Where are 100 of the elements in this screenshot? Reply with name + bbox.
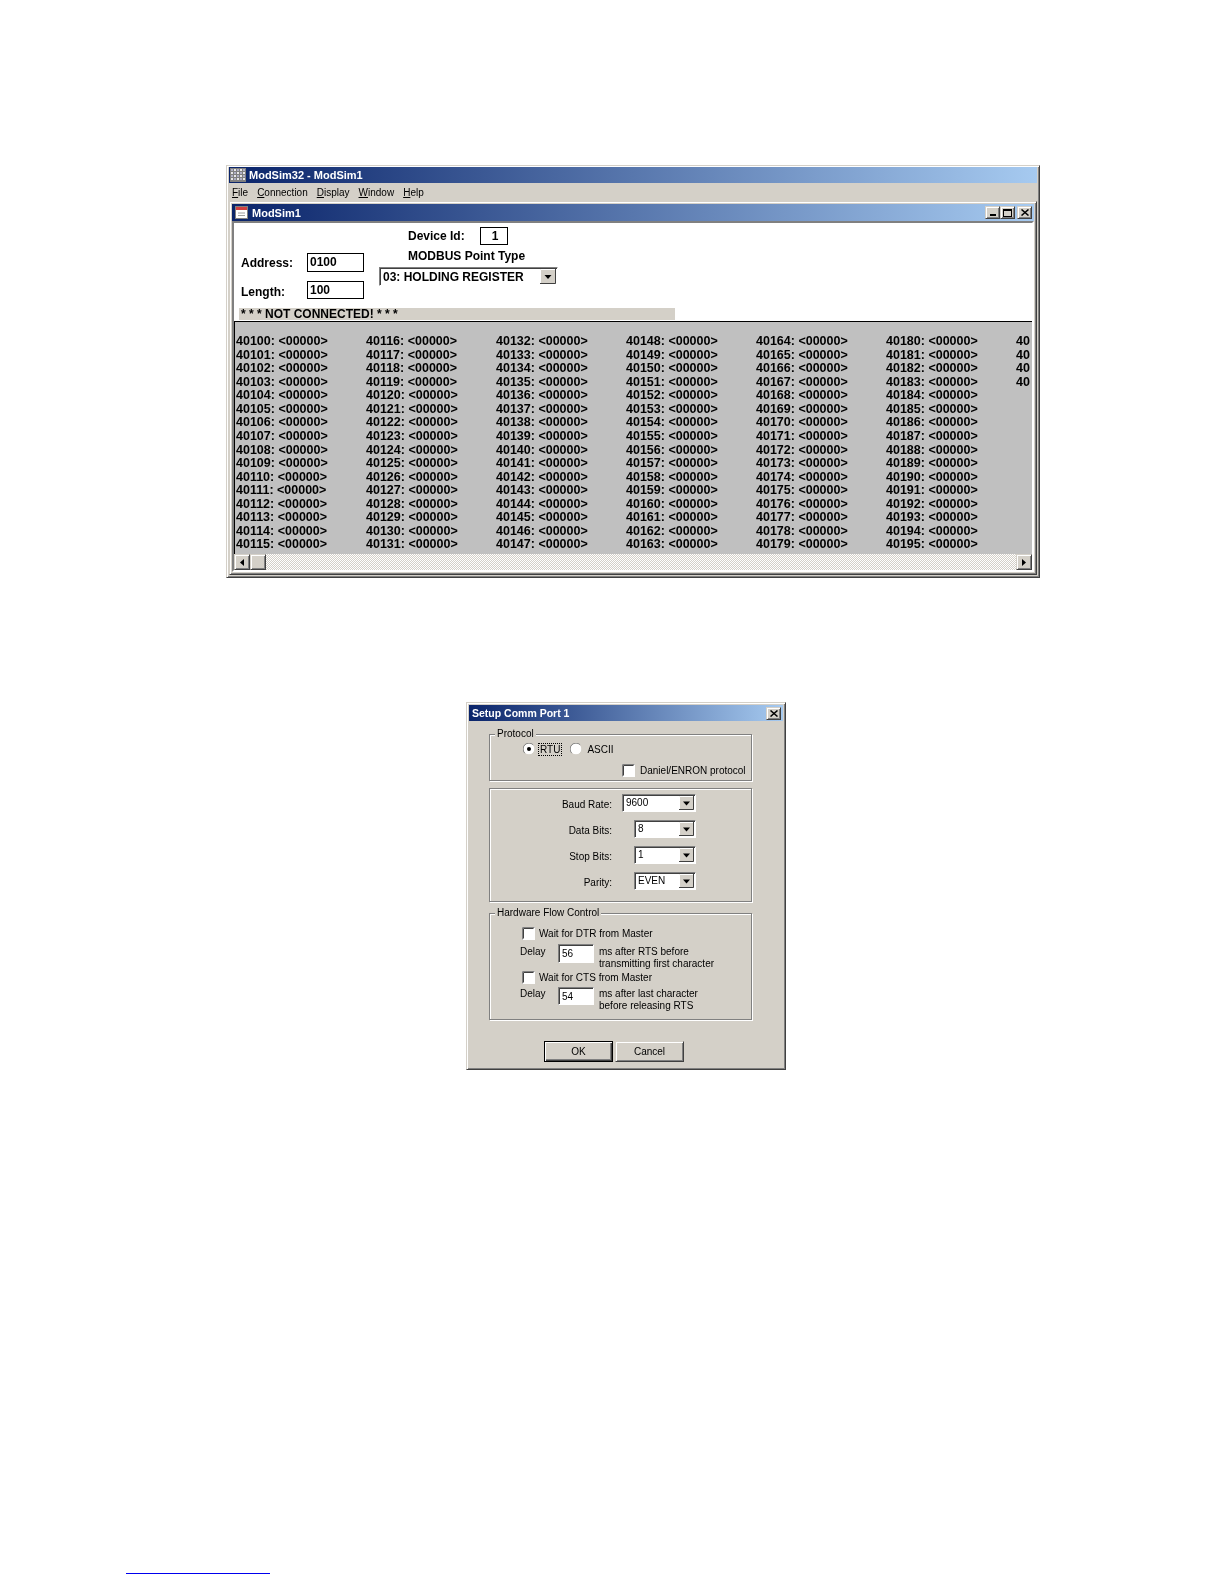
delay-label: Delay: [520, 945, 547, 958]
register-value: 40161: <00000>: [626, 511, 718, 525]
scrollbar-thumb[interactable]: [250, 554, 266, 570]
address-field[interactable]: 0100: [307, 253, 364, 272]
register-value: 40134: <00000>: [496, 362, 588, 376]
register-value: 40129: <00000>: [366, 511, 458, 525]
setting-label: Baud Rate:: [560, 797, 612, 811]
menu-item[interactable]: File: [232, 185, 249, 199]
register-value: 40133: <00000>: [496, 348, 588, 363]
register-value: 40192: <00000>: [886, 497, 978, 512]
register-value: 40193: <00000>: [886, 511, 978, 525]
left-arrow-icon: [240, 558, 244, 566]
caret-down-icon[interactable]: [679, 796, 694, 810]
register-value: 40138: <00000>: [496, 416, 588, 430]
register-value: 40182: <00000>: [886, 362, 978, 376]
minimize-button[interactable]: [985, 206, 1000, 219]
register-value: 40165: <00000>: [756, 348, 848, 363]
radio-label[interactable]: ASCII: [585, 742, 616, 756]
register-value: 40100: <00000>: [236, 335, 328, 349]
caret-down-icon[interactable]: [679, 848, 694, 862]
menu-item[interactable]: Connection: [257, 185, 308, 199]
register-value: 40153: <00000>: [626, 402, 718, 417]
register-value: 40104: <00000>: [236, 389, 328, 403]
register-value: 40136: <00000>: [496, 389, 588, 403]
register-value: 40116: <00000>: [366, 335, 458, 349]
close-button[interactable]: [766, 706, 781, 720]
register-value: 40174: <00000>: [756, 470, 848, 485]
menu-item[interactable]: Help: [403, 185, 424, 199]
register-value: 40113: <00000>: [236, 511, 328, 525]
register-value: 40135: <00000>: [496, 375, 588, 390]
checkbox-label[interactable]: Wait for DTR from Master: [539, 927, 653, 940]
setting-dropdown[interactable]: 8: [634, 820, 696, 838]
register-value: 40171: <00000>: [756, 429, 848, 444]
delay-field[interactable]: 56: [558, 944, 594, 963]
device-id-field[interactable]: 1: [480, 227, 508, 245]
register-value: 40184: <00000>: [886, 389, 978, 403]
register-value: 40109: <00000>: [236, 457, 328, 471]
scroll-right-button[interactable]: [1016, 554, 1032, 570]
register-value: 40162: <00000>: [626, 524, 718, 539]
scroll-left-button[interactable]: [234, 554, 250, 570]
document-title: ModSim1: [252, 205, 301, 220]
register-value: 40181: <00000>: [886, 348, 978, 363]
register-value: 40147: <00000>: [496, 538, 588, 552]
group-label: Hardware Flow Control: [495, 907, 602, 919]
setting-dropdown[interactable]: 1: [634, 846, 696, 864]
register-value: 40172: <00000>: [756, 443, 848, 458]
register-value: 40186: <00000>: [886, 416, 978, 430]
caret-down-icon[interactable]: [540, 269, 556, 284]
window-title: ModSim32 - ModSim1: [249, 168, 363, 182]
register-value: 40189: <00000>: [886, 457, 978, 471]
register-value: 40141: <00000>: [496, 457, 588, 471]
register-value: 40177: <00000>: [756, 511, 848, 525]
register-value: 40124: <00000>: [366, 443, 458, 458]
radio-button[interactable]: [523, 743, 535, 755]
checkbox-label[interactable]: Wait for CTS from Master: [539, 971, 652, 984]
caret-down-icon[interactable]: [679, 822, 694, 836]
menu-item[interactable]: Window: [358, 185, 395, 199]
register-value: 40157: <00000>: [626, 457, 718, 471]
register-value: 40166: <00000>: [756, 362, 848, 376]
register-value: 40142: <00000>: [496, 470, 588, 485]
menu-item[interactable]: Display: [316, 185, 350, 199]
close-icon: [1020, 209, 1029, 216]
checkbox[interactable]: [522, 971, 535, 984]
register-value: 40183: <00000>: [886, 375, 978, 390]
radio-label[interactable]: RTU: [538, 742, 563, 756]
register-value: 40160: <00000>: [626, 497, 718, 512]
checkbox[interactable]: [522, 927, 535, 940]
delay-note: ms after RTS before transmitting first character: [599, 945, 716, 970]
register-value: 40103: <00000>: [236, 375, 328, 390]
register-value: 40194: <00000>: [886, 524, 978, 539]
register-value: 40105: <00000>: [236, 402, 328, 417]
delay-field[interactable]: 54: [558, 987, 594, 1005]
register-value: 40120: <00000>: [366, 389, 458, 403]
register-value: 40168: <00000>: [756, 389, 848, 403]
dialog-button[interactable]: OK: [544, 1041, 613, 1062]
register-value: 40146: <00000>: [496, 524, 588, 539]
register-value: 40123: <00000>: [366, 429, 458, 444]
setting-dropdown[interactable]: EVEN: [634, 872, 696, 890]
close-button[interactable]: [1017, 206, 1032, 219]
point-type-dropdown[interactable]: 03: HOLDING REGISTER: [379, 267, 558, 286]
radio-button[interactable]: [570, 743, 583, 755]
register-value: 40187: <00000>: [886, 429, 978, 444]
register-value: 40170: <00000>: [756, 416, 848, 430]
length-field[interactable]: 100: [307, 281, 364, 299]
setting-dropdown[interactable]: 9600: [622, 794, 696, 812]
point-type-label: MODBUS Point Type: [408, 249, 526, 263]
checkbox[interactable]: [622, 764, 635, 777]
maximize-button[interactable]: [1000, 206, 1015, 219]
setting-label: Parity:: [582, 875, 612, 889]
dialog-title: Setup Comm Port 1: [472, 706, 570, 720]
register-value: 40121: <00000>: [366, 402, 458, 417]
horizontal-scrollbar[interactable]: [234, 554, 1032, 570]
document-icon: [234, 205, 249, 220]
register-value: 40107: <00000>: [236, 429, 328, 444]
caret-down-icon[interactable]: [679, 874, 694, 888]
checkbox-label[interactable]: Daniel/ENRON protocol: [640, 764, 746, 777]
register-value: 40195: <00000>: [886, 538, 978, 552]
grid-icon: [230, 168, 246, 182]
register-value: 40102: <00000>: [236, 362, 328, 376]
dialog-button[interactable]: Cancel: [615, 1041, 684, 1062]
